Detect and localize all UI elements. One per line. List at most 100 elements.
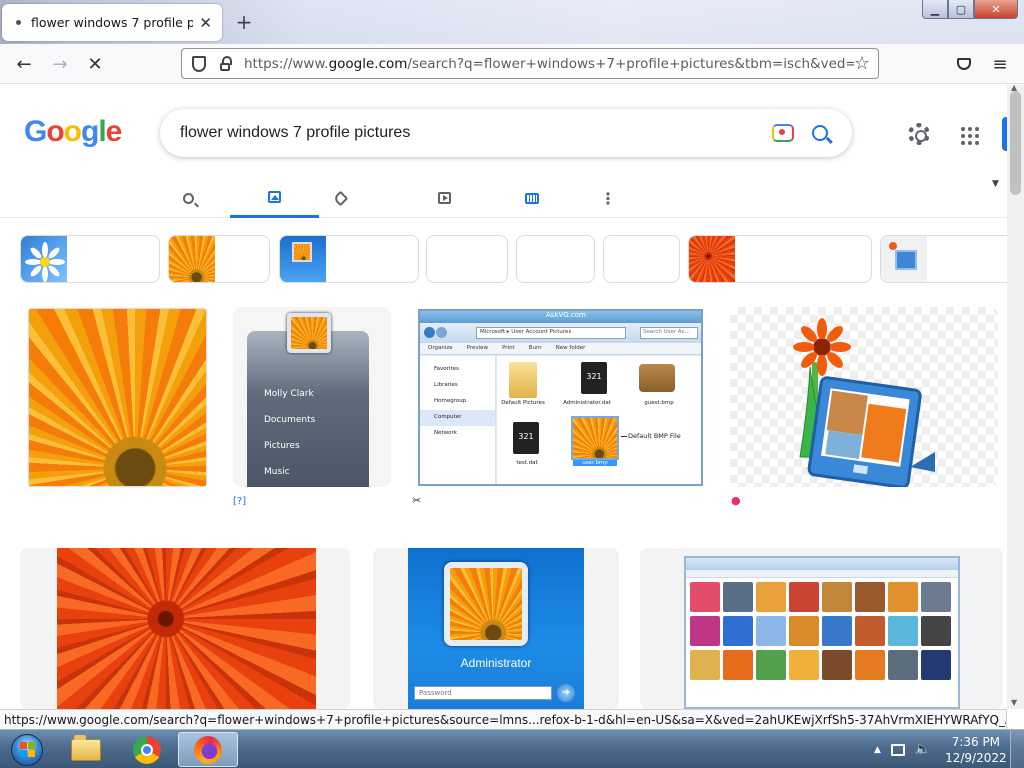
taskbar-explorer[interactable] [56,732,116,767]
news-icon [525,192,539,204]
explorer-nav-item: Favorites [434,366,459,372]
show-hidden-icons[interactable]: ▲ [874,745,881,755]
picture-thumbnail [855,616,885,646]
explorer-toolbar-item: Preview [466,345,489,351]
source-favicon: ✂ [412,494,422,507]
clock[interactable]: 7:36 PM 12/9/2022 [945,734,1007,766]
tab-title: flower windows 7 profile pictur [31,15,194,30]
logo-letter: o [46,115,64,148]
minimize-button[interactable]: ▁ [922,0,948,19]
login-avatar-thumbnail [292,242,312,262]
startmenu-panel: Molly Clark Documents Pictures Music [247,331,369,487]
picture-thumbnail [888,616,918,646]
result-image-startmenu[interactable]: Molly Clark Documents Pictures Music [233,307,391,487]
startmenu-items: Molly Clark Documents Pictures Music [264,381,315,485]
startmenu-item: Documents [264,415,316,425]
show-desktop-button[interactable] [1010,730,1024,768]
related-chip[interactable] [20,235,160,283]
picture-thumbnail [756,582,786,612]
result-image-daisy[interactable] [29,309,206,486]
volume-icon[interactable]: 🔈 [915,742,931,757]
tab-close-icon[interactable]: ✕ [199,14,212,32]
stop-loading-button[interactable]: ✕ [83,52,107,76]
folder-icon [509,362,537,398]
daisy-thumbnail [25,242,65,282]
related-chip[interactable] [603,235,680,283]
picture-thumbnail [921,650,951,680]
logo-letter: G [24,115,47,148]
system-tray: ▲ 🔈 7:36 PM 12/9/2022 [874,730,1015,768]
pocket-icon[interactable] [952,52,976,76]
search-box[interactable]: flower windows 7 profile pictures [160,109,852,157]
logo-letter: g [81,115,99,148]
search-icon[interactable] [812,125,828,141]
settings-gear-icon[interactable] [908,123,930,145]
google-images-page: Google flower windows 7 profile pictures… [0,85,1007,709]
search-by-image-icon[interactable] [772,124,794,142]
tracking-protection-icon[interactable] [192,55,206,72]
source-favicon: [?] [233,496,247,507]
result-image-explorer-grid[interactable] [640,548,1003,709]
explorer-grid-titlebar [686,558,958,570]
window-controls: ▁ ▢ ✕ [922,0,1018,19]
taskbar-firefox[interactable] [178,732,238,767]
tab-videos[interactable] [426,178,462,218]
scrollbar-thumb[interactable] [1010,91,1021,195]
related-chip[interactable] [516,235,595,283]
result-image-explorer[interactable]: AskVG.com Microsoft ▸ User Account Pictu… [418,309,703,486]
picture-thumbnail [822,582,852,612]
url-prefix: https://www. [244,55,329,72]
maximize-button[interactable]: ▢ [948,0,974,19]
explorer-nav-item: Homegroup [434,398,467,404]
scroll-down-icon[interactable]: ▼ [1011,698,1017,707]
clock-time: 7:36 PM [951,734,1001,749]
callout-label: Default BMP File [628,432,681,440]
network-icon[interactable] [890,743,905,756]
picture-thumbnail [690,582,720,612]
picture-thumbnail [690,650,720,680]
start-button[interactable] [2,731,52,768]
picture-thumbnail [888,582,918,612]
vertical-scrollbar[interactable]: ▲ ▼ [1007,83,1024,709]
explorer-filepane: 321 321 Default Pictures Administrator.da… [497,356,701,484]
app-menu-button[interactable]: ≡ [988,52,1012,76]
tab-images[interactable] [230,178,319,218]
tab-shopping[interactable] [322,178,358,218]
explorer-toolbar-item: New folder [555,345,586,351]
google-apps-icon[interactable] [961,127,979,145]
back-button[interactable]: ← [12,52,36,76]
explorer-file-label: Administrator.dat [563,400,611,406]
result-image-login[interactable]: Administrator Password ➜ [373,548,619,709]
url-host: google.com [328,55,408,72]
related-chip[interactable] [688,235,872,283]
search-input[interactable]: flower windows 7 profile pictures [180,124,772,142]
video-icon [437,192,451,204]
search-icon [182,192,194,204]
related-chip[interactable] [168,235,270,283]
tab-all[interactable] [170,178,206,218]
pocket-shape [957,58,971,70]
bookmark-star-icon[interactable]: ☆ [854,53,870,74]
tab-news[interactable] [514,178,550,218]
related-chip[interactable] [279,235,419,283]
windows-logo-icon [11,733,43,766]
media-file-icon: 321 [581,362,607,394]
login-screen: Administrator Password ➜ [408,548,584,709]
forward-button[interactable]: → [48,52,72,76]
taskbar-chrome[interactable] [117,732,177,767]
new-tab-button[interactable]: + [232,10,256,34]
result-image-chrysanthemum[interactable] [20,548,350,709]
related-chip[interactable] [426,235,508,283]
tab-more[interactable]: ⋮ [590,178,626,218]
more-vert-icon: ⋮ [600,188,616,208]
url-text[interactable]: https://www.google.com/search?q=flower+w… [244,56,854,72]
browser-tab[interactable]: flower windows 7 profile pictur ✕ [2,4,222,41]
address-bar[interactable]: https://www.google.com/search?q=flower+w… [181,48,879,79]
folder-icon [71,734,101,761]
result-image-vase-frame[interactable] [730,307,998,487]
close-window-button[interactable]: ✕ [974,0,1018,19]
firefox-icon [194,735,222,764]
lock-icon[interactable] [220,55,232,71]
google-logo[interactable]: Google [24,115,122,149]
related-chip[interactable] [880,235,1007,283]
